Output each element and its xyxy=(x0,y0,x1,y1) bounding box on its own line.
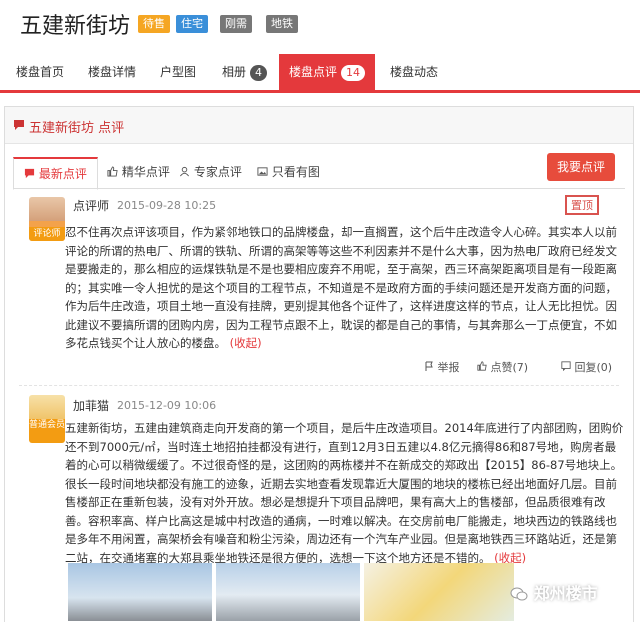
user-level-badge: 评论师 xyxy=(29,227,65,241)
review-text-content: 忍不住再次点评该项目，作为紧邻地铁口的品牌楼盘，却一直搁置，这个后牛庄改造令人心… xyxy=(65,225,617,350)
panel-header: 五建新街坊 点评 xyxy=(5,107,633,144)
watermark-text: 郑州楼市 xyxy=(533,584,598,603)
type-tag-residential: 住宅 xyxy=(176,15,208,33)
review-item: 评论师 点评师 2015-09-28 10:25 置顶 忍不住再次点评该项目，作… xyxy=(19,191,619,381)
subtab-featured-label: 精华点评 xyxy=(121,165,170,179)
write-review-button[interactable]: 我要点评 xyxy=(547,153,615,181)
album-count-badge: 4 xyxy=(250,65,268,81)
review-photo[interactable] xyxy=(216,563,360,621)
review-text-content: 五建新街坊，五建由建筑商走向开发商的第一个项目，是后牛庄改造项目。2014年底进… xyxy=(65,421,624,565)
title-bar: 五建新街坊 待售 住宅 刚需 地铁 xyxy=(0,0,640,50)
tab-details[interactable]: 楼盘详情 xyxy=(88,54,136,90)
report-action[interactable]: 举报 xyxy=(424,359,460,375)
reply-icon xyxy=(561,361,571,372)
wechat-icon xyxy=(510,587,528,601)
subtab-latest[interactable]: 最新点评 xyxy=(13,157,98,190)
panel-title: 五建新街坊 点评 xyxy=(29,121,125,136)
avatar: 普通会员 xyxy=(29,395,65,443)
avatar: 评论师 xyxy=(29,197,65,241)
user-level-badge: 普通会员 xyxy=(29,420,65,430)
review-item: 普通会员 加菲猫 2015-12-09 10:06 五建新街坊，五建由建筑商走向… xyxy=(19,389,623,569)
collapse-link[interactable]: (收起) xyxy=(230,336,262,350)
tab-floorplans[interactable]: 户型图 xyxy=(160,54,196,90)
subtab-divider xyxy=(13,188,625,189)
feature-tag-subway: 地铁 xyxy=(266,15,298,33)
thumbs-up-icon xyxy=(107,166,118,177)
review-divider xyxy=(19,385,619,386)
review-photo[interactable] xyxy=(68,563,212,621)
review-date: 2015-09-28 10:25 xyxy=(117,199,217,212)
review-username[interactable]: 加菲猫 xyxy=(73,397,109,414)
reviews-count-badge: 14 xyxy=(341,65,365,81)
report-label: 举报 xyxy=(437,361,460,374)
tab-news-label: 楼盘动态 xyxy=(390,65,439,79)
watermark: 郑州楼市 xyxy=(510,580,598,604)
review-text: 忍不住再次点评该项目，作为紧邻地铁口的品牌楼盘，却一直搁置，这个后牛庄改造令人心… xyxy=(65,223,625,353)
subtab-with-photos-label: 只看有图 xyxy=(271,165,320,179)
tab-reviews-label: 楼盘点评 xyxy=(288,65,337,79)
user-icon xyxy=(180,166,189,177)
subtab-latest-label: 最新点评 xyxy=(38,167,87,181)
tab-album[interactable]: 相册 4 xyxy=(222,54,268,90)
tab-home[interactable]: 楼盘首页 xyxy=(16,54,64,90)
main-tab-bar: 楼盘首页 楼盘详情 户型图 相册 4 楼盘点评 14 楼盘动态 xyxy=(0,54,640,93)
page-title: 五建新街坊 xyxy=(20,14,131,39)
review-username[interactable]: 点评师 xyxy=(73,197,109,214)
review-text: 五建新街坊，五建由建筑商走向开发商的第一个项目，是后牛庄改造项目。2014年底进… xyxy=(65,419,625,567)
subtab-featured[interactable]: 精华点评 xyxy=(107,157,170,187)
thumbs-up-icon xyxy=(477,361,487,371)
comment-icon xyxy=(14,120,24,130)
reply-label: 回复(0) xyxy=(574,361,613,374)
tab-news[interactable]: 楼盘动态 xyxy=(390,54,438,90)
feature-tag-rigid-demand: 刚需 xyxy=(220,15,252,33)
flag-icon xyxy=(425,361,433,371)
like-label: 点赞(7) xyxy=(490,361,529,374)
reply-action[interactable]: 回复(0) xyxy=(561,359,612,375)
tab-home-label: 楼盘首页 xyxy=(16,65,65,79)
reviews-panel: 五建新街坊 点评 最新点评 精华点评 专家点评 只看有图 我要点评 评论师 点评… xyxy=(4,106,634,622)
review-date: 2015-12-09 10:06 xyxy=(117,399,217,412)
tab-floorplans-label: 户型图 xyxy=(160,65,197,79)
like-action[interactable]: 点赞(7) xyxy=(477,359,528,375)
image-icon xyxy=(257,167,268,176)
comment-icon xyxy=(24,168,35,179)
tab-album-label: 相册 xyxy=(222,65,247,79)
subtab-expert-label: 专家点评 xyxy=(193,165,242,179)
pinned-stamp: 置顶 xyxy=(565,195,599,215)
subtab-expert[interactable]: 专家点评 xyxy=(179,157,242,187)
subtab-with-photos[interactable]: 只看有图 xyxy=(257,157,320,187)
status-tag-for-sale: 待售 xyxy=(138,15,170,33)
tab-details-label: 楼盘详情 xyxy=(88,65,137,79)
tab-reviews[interactable]: 楼盘点评 14 xyxy=(279,54,375,90)
review-photo[interactable] xyxy=(364,563,514,621)
